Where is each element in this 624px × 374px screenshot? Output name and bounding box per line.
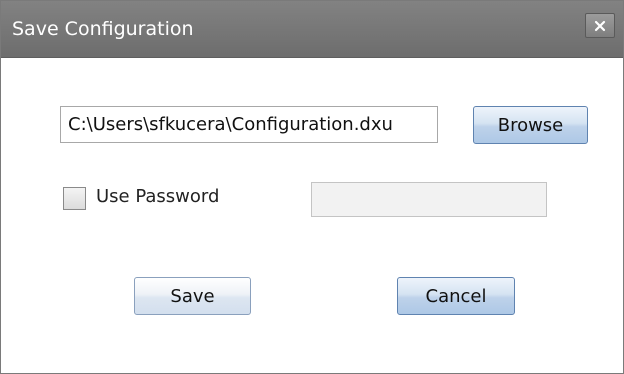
use-password-checkbox[interactable] bbox=[63, 187, 86, 210]
browse-button[interactable]: Browse bbox=[473, 106, 588, 144]
close-button[interactable] bbox=[585, 13, 615, 38]
use-password-label[interactable]: Use Password bbox=[96, 186, 219, 207]
cancel-button-label: Cancel bbox=[425, 285, 487, 307]
close-icon bbox=[594, 20, 606, 32]
save-button-label: Save bbox=[170, 285, 215, 307]
browse-button-label: Browse bbox=[497, 114, 564, 136]
save-button[interactable]: Save bbox=[134, 277, 251, 315]
dialog-title: Save Configuration bbox=[12, 18, 194, 40]
file-path-input[interactable] bbox=[60, 106, 438, 143]
title-bar[interactable]: Save Configuration bbox=[1, 1, 623, 58]
password-field[interactable] bbox=[311, 182, 547, 217]
cancel-button[interactable]: Cancel bbox=[397, 277, 515, 315]
dialog-content: Browse Use Password Save Cancel bbox=[1, 58, 623, 373]
save-configuration-dialog: Save Configuration Browse Use Password S… bbox=[0, 0, 624, 374]
